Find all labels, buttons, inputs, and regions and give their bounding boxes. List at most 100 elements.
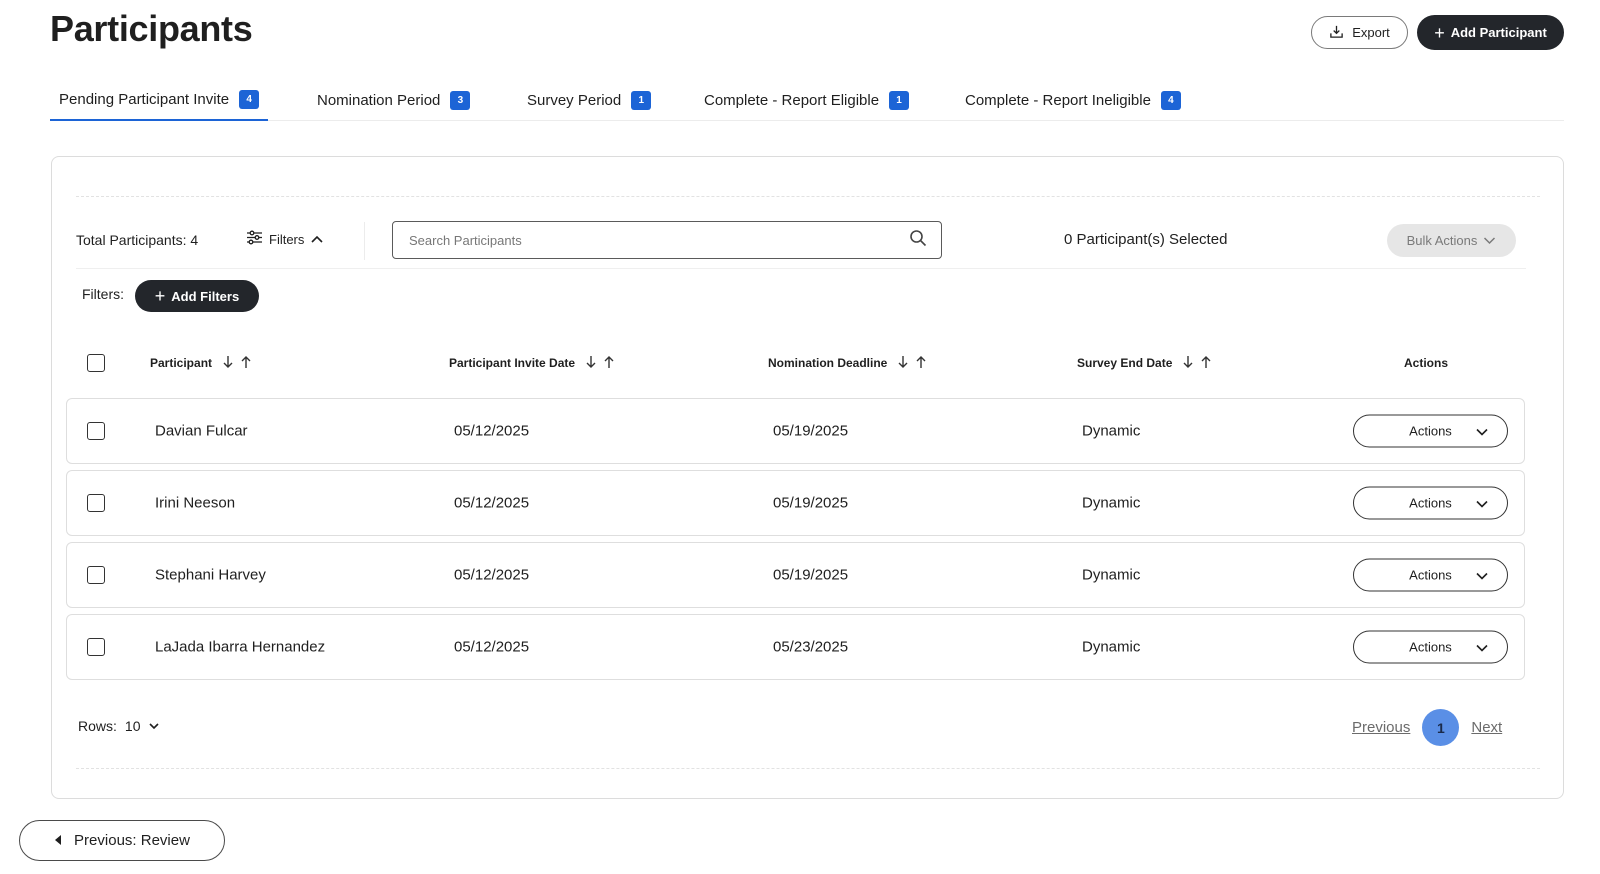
divider xyxy=(76,268,1526,269)
add-filters-button[interactable]: + Add Filters xyxy=(135,280,259,312)
column-header-label: Actions xyxy=(1404,356,1449,370)
filters-toggle[interactable]: Filters xyxy=(246,230,324,248)
survey-end-date: Dynamic xyxy=(1082,422,1141,440)
tab-complete-report-ineligible[interactable]: Complete - Report Ineligible 4 xyxy=(965,80,1181,121)
page-number-current[interactable]: 1 xyxy=(1422,709,1460,746)
column-header-label: Nomination Deadline xyxy=(768,356,888,370)
tab-count-badge: 4 xyxy=(1160,91,1181,110)
select-all-checkbox[interactable] xyxy=(87,354,105,372)
export-label: Export xyxy=(1352,25,1390,40)
participant-name: Irini Neeson xyxy=(155,494,236,512)
chevron-down-icon xyxy=(1475,569,1489,586)
invite-date: 05/12/2025 xyxy=(454,566,530,584)
actions-label: Actions xyxy=(1409,423,1452,439)
column-header-label: Survey End Date xyxy=(1077,356,1173,370)
sort-up-icon[interactable] xyxy=(1200,355,1212,372)
tab-pending-participant-invite[interactable]: Pending Participant Invite 4 xyxy=(50,80,269,121)
nomination-deadline: 05/19/2025 xyxy=(773,566,849,584)
tab-count-badge: 3 xyxy=(450,91,471,110)
bulk-actions-label: Bulk Actions xyxy=(1406,233,1478,248)
add-filters-label: Add Filters xyxy=(171,288,240,304)
add-participant-label: Add Participant xyxy=(1450,25,1547,40)
sort-down-icon[interactable] xyxy=(585,355,597,372)
actions-label: Actions xyxy=(1409,495,1452,511)
column-header-invite-date: Participant Invite Date xyxy=(449,352,615,374)
tab-label: Nomination Period xyxy=(317,92,441,109)
row-checkbox[interactable] xyxy=(87,566,105,584)
rows-value: 10 xyxy=(124,718,141,734)
previous-review-label: Previous: Review xyxy=(74,832,190,849)
participant-name: LaJada Ibarra Hernandez xyxy=(155,638,326,656)
chevron-up-icon xyxy=(310,232,324,247)
tab-survey-period[interactable]: Survey Period 1 xyxy=(527,80,652,121)
sort-down-icon[interactable] xyxy=(1182,355,1194,372)
plus-icon: + xyxy=(154,286,166,306)
total-participants: Total Participants: 4 xyxy=(76,232,199,248)
actions-label: Actions xyxy=(1409,567,1452,583)
page-title: Participants xyxy=(50,8,253,49)
divider xyxy=(76,768,1540,769)
pagination: Previous 1 Next xyxy=(1352,709,1502,746)
column-header-survey-end-date: Survey End Date xyxy=(1077,352,1212,374)
plus-icon: + xyxy=(1434,22,1445,43)
row-actions-button[interactable]: Actions xyxy=(1353,414,1508,448)
chevron-down-icon xyxy=(1475,497,1489,514)
chevron-down-icon xyxy=(148,718,160,734)
tab-count-badge: 4 xyxy=(239,90,260,109)
column-header-participant: Participant xyxy=(150,352,252,374)
tab-label: Survey Period xyxy=(527,92,622,109)
tab-nomination-period[interactable]: Nomination Period 3 xyxy=(317,80,471,121)
table-row: LaJada Ibarra Hernandez 05/12/2025 05/23… xyxy=(66,614,1525,680)
previous-review-button[interactable]: Previous: Review xyxy=(19,820,225,861)
tab-complete-report-eligible[interactable]: Complete - Report Eligible 1 xyxy=(704,80,910,121)
nomination-deadline: 05/19/2025 xyxy=(773,422,849,440)
add-participant-button[interactable]: + Add Participant xyxy=(1417,15,1564,50)
selected-count: 0 Participant(s) Selected xyxy=(1064,231,1228,248)
chevron-down-icon xyxy=(1475,425,1489,442)
bulk-actions-button[interactable]: Bulk Actions xyxy=(1387,224,1516,257)
tab-count-badge: 1 xyxy=(889,91,910,110)
participant-name: Davian Fulcar xyxy=(155,422,248,440)
column-header-actions: Actions xyxy=(1404,352,1448,374)
sort-down-icon[interactable] xyxy=(897,355,909,372)
export-button[interactable]: Export xyxy=(1311,16,1408,49)
tab-label: Pending Participant Invite xyxy=(59,91,230,108)
row-actions-button[interactable]: Actions xyxy=(1353,630,1508,664)
row-checkbox[interactable] xyxy=(87,494,105,512)
row-checkbox[interactable] xyxy=(87,422,105,440)
invite-date: 05/12/2025 xyxy=(454,422,530,440)
search-input[interactable] xyxy=(409,232,909,248)
filters-label: Filters: xyxy=(82,286,124,302)
divider xyxy=(364,222,365,260)
search-box xyxy=(392,221,942,259)
row-checkbox[interactable] xyxy=(87,638,105,656)
sort-up-icon[interactable] xyxy=(240,355,252,372)
sort-down-icon[interactable] xyxy=(222,355,234,372)
survey-end-date: Dynamic xyxy=(1082,494,1141,512)
previous-page-link[interactable]: Previous xyxy=(1352,719,1410,736)
table-row: Irini Neeson 05/12/2025 05/19/2025 Dynam… xyxy=(66,470,1525,536)
tab-label: Complete - Report Eligible xyxy=(704,92,880,109)
row-actions-button[interactable]: Actions xyxy=(1353,558,1508,592)
export-icon xyxy=(1329,24,1344,42)
column-header-label: Participant Invite Date xyxy=(449,356,576,370)
participant-name: Stephani Harvey xyxy=(155,566,266,584)
nomination-deadline: 05/19/2025 xyxy=(773,494,849,512)
invite-date: 05/12/2025 xyxy=(454,638,530,656)
sort-up-icon[interactable] xyxy=(603,355,615,372)
filters-toggle-label: Filters xyxy=(269,231,305,247)
column-header-label: Participant xyxy=(150,356,213,370)
next-page-link[interactable]: Next xyxy=(1471,719,1502,736)
nomination-deadline: 05/23/2025 xyxy=(773,638,849,656)
sort-up-icon[interactable] xyxy=(915,355,927,372)
rows-label: Rows: xyxy=(78,718,117,734)
search-icon[interactable] xyxy=(909,229,927,252)
row-actions-button[interactable]: Actions xyxy=(1353,486,1508,520)
column-header-nomination-deadline: Nomination Deadline xyxy=(768,352,927,374)
table-row: Davian Fulcar 05/12/2025 05/19/2025 Dyna… xyxy=(66,398,1525,464)
tab-count-badge: 1 xyxy=(631,91,652,110)
chevron-down-icon xyxy=(1483,233,1496,248)
tab-label: Complete - Report Ineligible xyxy=(965,92,1151,109)
survey-end-date: Dynamic xyxy=(1082,638,1141,656)
rows-per-page[interactable]: Rows: 10 xyxy=(78,718,160,734)
